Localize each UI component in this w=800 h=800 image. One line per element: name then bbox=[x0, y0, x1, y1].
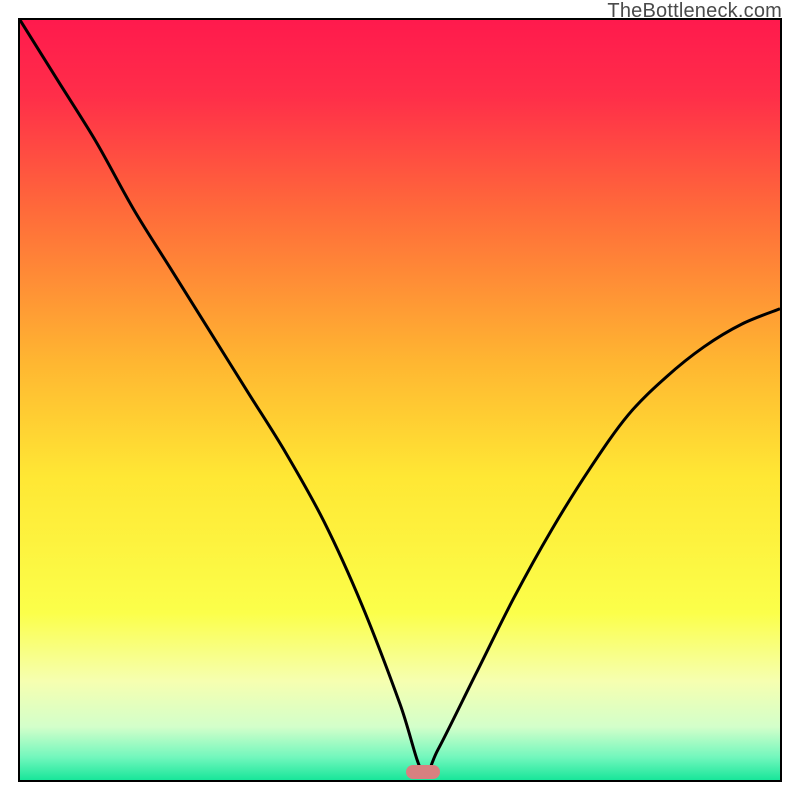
plot-area bbox=[18, 18, 782, 782]
bottleneck-curve-line bbox=[20, 20, 780, 775]
curve-layer bbox=[20, 20, 780, 780]
bottleneck-chart: TheBottleneck.com bbox=[0, 0, 800, 800]
minimum-marker bbox=[406, 765, 440, 779]
